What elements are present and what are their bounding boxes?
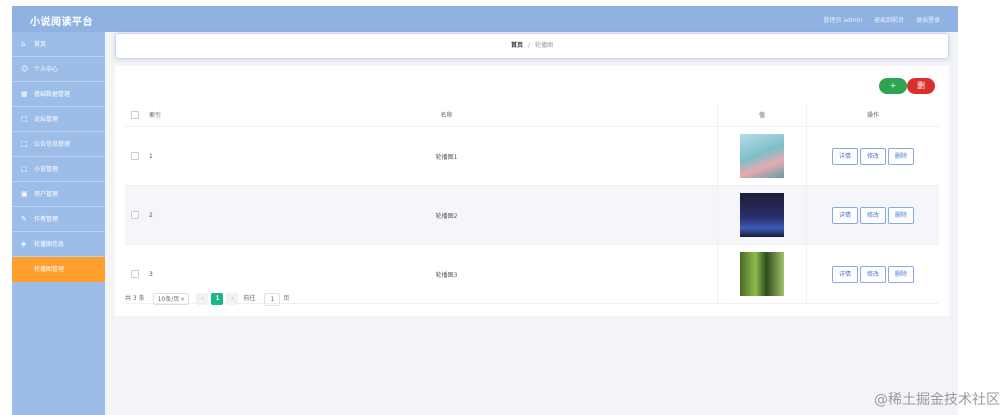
- users-icon: ▣: [21, 190, 28, 198]
- carousel-thumbnail-1: [740, 134, 784, 178]
- row-checkbox[interactable]: [131, 270, 139, 278]
- column-header-name: 名称: [176, 103, 718, 127]
- detail-button[interactable]: 详情: [832, 206, 858, 224]
- goto-page-input[interactable]: 1: [264, 292, 281, 306]
- table-row: 1 轮播图1 详情 修改 删除: [125, 126, 939, 186]
- sidebar-item-novels[interactable]: □ 小说管理: [12, 157, 105, 182]
- user-icon: ☺: [21, 65, 29, 73]
- row-checkbox[interactable]: [131, 152, 139, 160]
- column-header-image: 值: [717, 103, 807, 127]
- row-image-cell: [717, 185, 807, 245]
- breadcrumb: 首页 / 轮播图: [115, 33, 949, 59]
- delete-button[interactable]: 删除: [888, 265, 914, 283]
- top-navbar: 小说阅读平台 管理员 admin 退出到前台 退出登录: [12, 6, 958, 32]
- add-button[interactable]: +: [879, 78, 907, 94]
- sidebar-item-label: 首页: [34, 41, 47, 48]
- sidebar-item-label: 用户管理: [34, 191, 59, 198]
- app-window: 小说阅读平台 管理员 admin 退出到前台 退出登录 ⌂ 首页 ☺ 个人中心 ▦ 基…: [12, 6, 958, 415]
- delete-button[interactable]: 删除: [888, 147, 914, 165]
- header-links: 管理员 admin 退出到前台 退出登录: [813, 15, 940, 24]
- delete-button[interactable]: 删除: [888, 206, 914, 224]
- row-actions: 详情 修改 删除: [806, 126, 939, 186]
- row-check-cell: [125, 185, 145, 245]
- sidebar-item-notice[interactable]: □ 公告信息管理: [12, 132, 105, 157]
- pagination-total: 共 3 条: [125, 295, 145, 302]
- back-to-front-link[interactable]: 退出到前台: [874, 17, 904, 24]
- sidebar-item-base-data[interactable]: ▦ 基础数据管理: [12, 82, 105, 107]
- row-check-cell: [125, 126, 145, 186]
- sidebar-item-label: 公告信息管理: [34, 141, 71, 148]
- list-panel: + 删 索引 名称 值 操作 1 轮播图1 详情 修改 删除 2 轮播图2 详情…: [115, 66, 949, 316]
- detail-button[interactable]: 详情: [832, 147, 858, 165]
- sidebar-item-label: 基础数据管理: [34, 91, 71, 98]
- goto-label: 前往: [243, 295, 256, 302]
- carousel-thumbnail-3: [740, 252, 784, 296]
- sidebar-item-forum[interactable]: □ 论坛管理: [12, 107, 105, 132]
- detail-button[interactable]: 详情: [832, 265, 858, 283]
- sidebar: ⌂ 首页 ☺ 个人中心 ▦ 基础数据管理 □ 论坛管理 □ 公告信息管理 □ 小说管理 ▣ 用…: [12, 32, 105, 415]
- sidebar-item-label: 轮播图信息: [34, 241, 65, 248]
- select-all-checkbox[interactable]: [131, 110, 139, 119]
- current-user: 管理员 admin: [823, 17, 863, 24]
- app-title: 小说阅读平台: [30, 17, 93, 28]
- sidebar-item-label: 作者管理: [34, 216, 59, 223]
- row-image-cell: [717, 126, 807, 186]
- column-header-index: 索引: [145, 103, 176, 127]
- page-button-current[interactable]: 1: [211, 293, 224, 305]
- edit-button[interactable]: 修改: [860, 147, 886, 165]
- table-header-row: 索引 名称 值 操作: [125, 103, 939, 127]
- row-name: 轮播图1: [176, 126, 718, 186]
- select-all-cell: [125, 103, 145, 127]
- page-size-value: 10条/页: [157, 296, 180, 303]
- row-name: 轮播图2: [176, 185, 718, 245]
- row-actions: 详情 修改 删除: [806, 244, 939, 304]
- book-icon: □: [21, 165, 28, 173]
- image-icon: ◈: [21, 240, 27, 248]
- row-actions: 详情 修改 删除: [806, 185, 939, 245]
- sidebar-item-label: 个人中心: [34, 66, 59, 73]
- batch-delete-button[interactable]: 删: [907, 78, 935, 94]
- notice-icon: □: [21, 140, 28, 148]
- logout-link[interactable]: 退出登录: [916, 17, 940, 24]
- chevron-down-icon: ▼: [180, 297, 185, 303]
- row-checkbox[interactable]: [131, 211, 139, 219]
- column-header-actions: 操作: [806, 103, 939, 127]
- chat-icon: □: [21, 115, 28, 123]
- sidebar-item-authors[interactable]: ✎ 作者管理: [12, 207, 105, 232]
- prev-page-button[interactable]: ‹: [196, 293, 209, 305]
- carousel-thumbnail-2: [740, 193, 784, 237]
- sidebar-item-label: 论坛管理: [34, 116, 59, 123]
- watermark: @稀土掘金技术社区: [874, 392, 1000, 408]
- breadcrumb-current: 轮播图: [535, 42, 554, 49]
- sidebar-item-carousel-info[interactable]: ◈ 轮播图信息: [12, 232, 105, 257]
- carousel-table: 索引 名称 值 操作 1 轮播图1 详情 修改 删除 2 轮播图2 详情 修改 …: [125, 103, 939, 304]
- sidebar-item-carousel-manage[interactable]: 轮播图管理: [12, 257, 105, 282]
- sidebar-item-label: 小说管理: [34, 166, 59, 173]
- goto-suffix: 页: [283, 295, 290, 302]
- sidebar-item-users[interactable]: ▣ 用户管理: [12, 182, 105, 207]
- table-row: 2 轮播图2 详情 修改 删除: [125, 185, 939, 245]
- page-size-select[interactable]: 10条/页 ▼: [152, 293, 189, 305]
- edit-button[interactable]: 修改: [860, 206, 886, 224]
- row-index: 1: [145, 126, 176, 186]
- home-icon: ⌂: [21, 40, 26, 48]
- sidebar-item-home[interactable]: ⌂ 首页: [12, 32, 105, 57]
- row-index: 2: [145, 185, 176, 245]
- sidebar-item-profile[interactable]: ☺ 个人中心: [12, 57, 105, 82]
- row-image-cell: [717, 244, 807, 304]
- breadcrumb-separator: /: [527, 42, 531, 49]
- edit-button[interactable]: 修改: [860, 265, 886, 283]
- next-page-button[interactable]: ›: [226, 293, 239, 305]
- grid-icon: ▦: [21, 90, 28, 98]
- pagination: 共 3 条 10条/页 ▼ ‹ 1 › 前往 1 页: [125, 292, 295, 306]
- breadcrumb-home[interactable]: 首页: [511, 42, 523, 49]
- pen-icon: ✎: [21, 215, 27, 223]
- sidebar-item-label: 轮播图管理: [34, 266, 65, 273]
